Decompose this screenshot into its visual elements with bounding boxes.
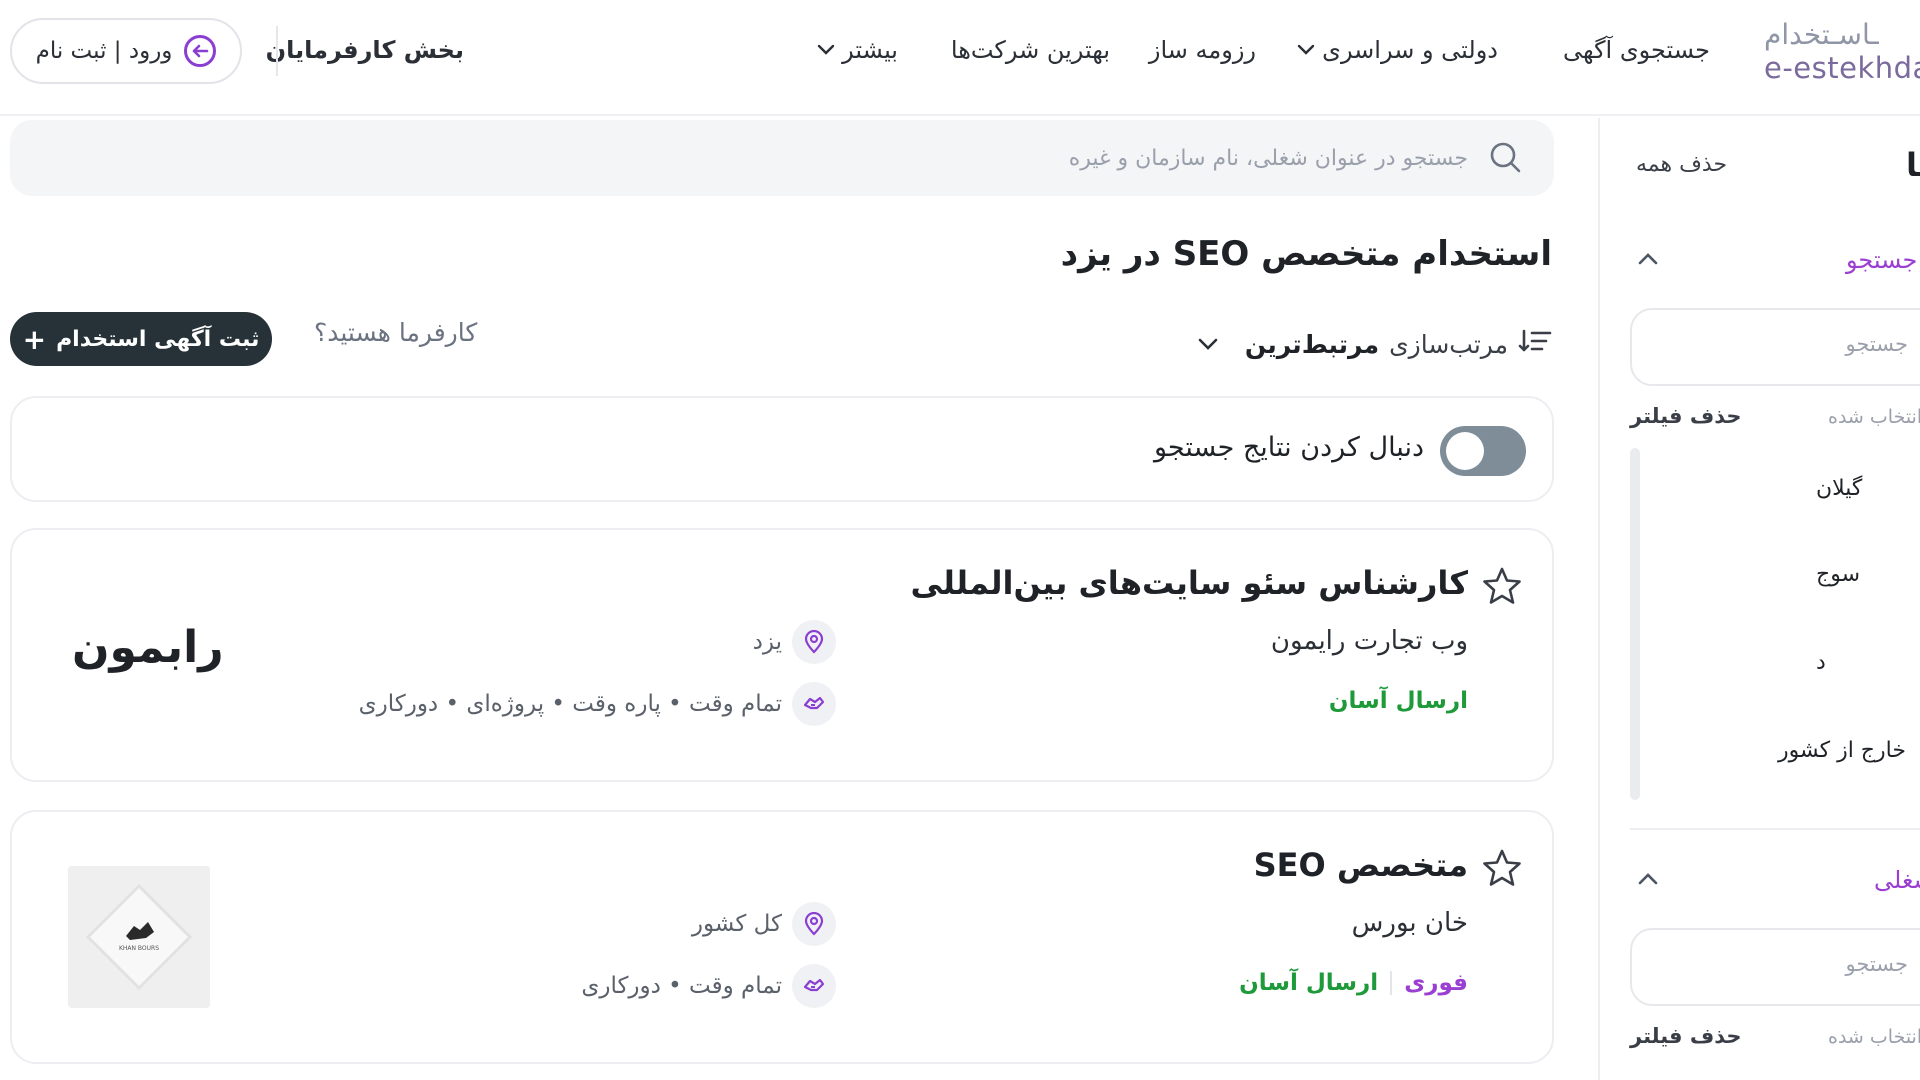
login-register-label: ورود | ثبت نام xyxy=(35,38,173,64)
easy-apply-badge: ارسال آسان xyxy=(1328,688,1468,714)
company-logo[interactable]: رابمون xyxy=(72,622,224,673)
nav-more-label: بیشتر xyxy=(842,36,898,64)
logo-caption: KHAN BOURS xyxy=(119,945,159,952)
filter-scrollbar[interactable] xyxy=(1630,448,1640,800)
sort-value: مرتبط‌ترین xyxy=(1244,329,1380,359)
sort-selector[interactable]: مرتب‌سازی مرتبط‌ترین xyxy=(1245,328,1552,360)
filters-title: فیلترها xyxy=(1906,146,1920,184)
job-types-text: تمام وقت • پاره وقت • پروژه‌ای • دورکاری xyxy=(358,691,782,717)
filter-search-input[interactable] xyxy=(1708,332,1908,356)
filter-search-field[interactable] xyxy=(1630,928,1920,1006)
job-types: تمام وقت • پاره وقت • پروژه‌ای • دورکاری xyxy=(359,682,836,726)
nav-search-jobs[interactable]: جستجوی آگهی xyxy=(1563,36,1710,64)
login-register-button[interactable]: ورود | ثبت نام xyxy=(10,18,242,84)
follow-label: دنبال کردن نتایج جستجو xyxy=(1153,432,1424,463)
location-text: یزد xyxy=(752,629,782,655)
follow-search-card: دنبال کردن نتایج جستجو xyxy=(10,396,1554,502)
remove-filter-link[interactable]: حذف فیلتر xyxy=(1630,404,1742,428)
filter-option[interactable]: خارج از کشور xyxy=(1778,738,1906,763)
chevron-down-icon[interactable] xyxy=(1196,332,1220,357)
company-name[interactable]: خان بورس xyxy=(1352,908,1468,938)
job-location: یزد xyxy=(753,620,836,664)
top-header: ـاسـتخدام e-estekhdam جستجوی آگهی دولتی … xyxy=(0,0,1920,116)
nav-more[interactable]: بیشتر xyxy=(816,36,898,64)
filter-option[interactable]: گیلان xyxy=(1816,476,1862,501)
follow-toggle[interactable] xyxy=(1440,426,1526,476)
location-text: کل کشور xyxy=(691,911,782,937)
header-divider xyxy=(276,26,278,76)
star-icon[interactable] xyxy=(1480,846,1524,890)
nav-employers-label: بخش کارفرمایان xyxy=(265,36,464,64)
nav-resume-builder[interactable]: رزومه ساز xyxy=(1149,36,1256,64)
job-badges: فوری ارسال آسان xyxy=(1239,970,1468,996)
job-card[interactable]: متخصص SEO خان بورس فوری ارسال آسان کل کش… xyxy=(10,810,1554,1064)
filter-search-field[interactable] xyxy=(1630,308,1920,386)
post-job-button[interactable]: ثبت آگهی استخدام + xyxy=(10,312,272,366)
plus-icon: + xyxy=(22,322,47,356)
search-input[interactable] xyxy=(168,138,1468,178)
sort-icon xyxy=(1518,328,1552,360)
filter-divider xyxy=(1630,828,1920,830)
job-badges: ارسال آسان xyxy=(1329,688,1468,714)
nav-best-companies[interactable]: بهترین شرکت‌ها xyxy=(951,36,1110,64)
filter-option[interactable]: د xyxy=(1816,650,1826,675)
job-types-text: تمام وقت • دورکاری xyxy=(581,973,782,999)
nav-best-companies-label: بهترین شرکت‌ها xyxy=(950,36,1110,64)
nav-government-label: دولتی و سراسری xyxy=(1322,36,1498,64)
login-arrow-icon xyxy=(184,35,217,67)
filter-search-input[interactable] xyxy=(1708,952,1908,976)
employer-question[interactable]: کارفرما هستید؟ xyxy=(314,318,477,347)
contract-type-icon xyxy=(792,682,836,726)
urgent-badge: فوری xyxy=(1404,970,1468,996)
location-pin-icon xyxy=(792,902,836,946)
logo-text-en: e-estekhdam xyxy=(1764,51,1920,85)
filter-section-heading[interactable]: جستجو xyxy=(1846,246,1917,274)
chevron-up-icon[interactable] xyxy=(1636,248,1660,273)
filter-panel: فیلترها حذف همه جستجو انتخاب شده حذف فیل… xyxy=(1598,118,1920,1080)
job-card[interactable]: کارشناس سئو سایت‌های بین‌المللی وب تجارت… xyxy=(10,528,1554,782)
badge-divider xyxy=(1390,971,1393,995)
search-icon xyxy=(1490,142,1521,173)
sort-label: مرتب‌سازی xyxy=(1389,329,1508,359)
location-pin-icon xyxy=(792,620,836,664)
selected-label: انتخاب شده xyxy=(1828,406,1920,428)
page-title: استخدام متخصص SEO در یزد xyxy=(1060,234,1552,274)
chevron-up-icon[interactable] xyxy=(1636,868,1660,893)
job-types: تمام وقت • دورکاری xyxy=(581,964,836,1008)
post-job-label: ثبت آگهی استخدام xyxy=(56,326,260,352)
clear-all-filters[interactable]: حذف همه xyxy=(1636,152,1727,177)
company-name[interactable]: وب تجارت رایمون xyxy=(1271,626,1468,656)
khan-bours-logo-image: KHAN BOURS xyxy=(68,866,210,1008)
chevron-down-icon xyxy=(1296,40,1316,61)
selected-label: انتخاب شده xyxy=(1828,1026,1920,1048)
contract-type-icon xyxy=(792,964,836,1008)
job-location: کل کشور xyxy=(692,902,836,946)
nav-government[interactable]: دولتی و سراسری xyxy=(1296,36,1498,64)
star-icon[interactable] xyxy=(1480,564,1524,608)
job-title[interactable]: کارشناس سئو سایت‌های بین‌المللی xyxy=(911,564,1468,602)
job-title[interactable]: متخصص SEO xyxy=(1254,846,1468,884)
filter-option[interactable]: سوج xyxy=(1816,562,1860,587)
search-bar[interactable] xyxy=(10,120,1554,196)
site-logo[interactable]: ـاسـتخدام e-estekhdam xyxy=(1764,18,1920,85)
nav-search-jobs-label: جستجوی آگهی xyxy=(1563,36,1710,64)
logo-text-fa: ـاسـتخدام xyxy=(1764,18,1879,51)
nav-resume-builder-label: رزومه ساز xyxy=(1148,36,1256,64)
chevron-down-icon xyxy=(816,40,836,61)
company-logo[interactable]: KHAN BOURS xyxy=(68,866,210,1008)
nav-employers[interactable]: بخش کارفرمایان xyxy=(266,36,464,64)
toggle-knob xyxy=(1446,432,1484,470)
remove-filter-link[interactable]: حذف فیلتر xyxy=(1630,1024,1742,1048)
filter-section-heading[interactable]: شغلی xyxy=(1874,866,1920,894)
easy-apply-badge: ارسال آسان xyxy=(1239,970,1379,996)
